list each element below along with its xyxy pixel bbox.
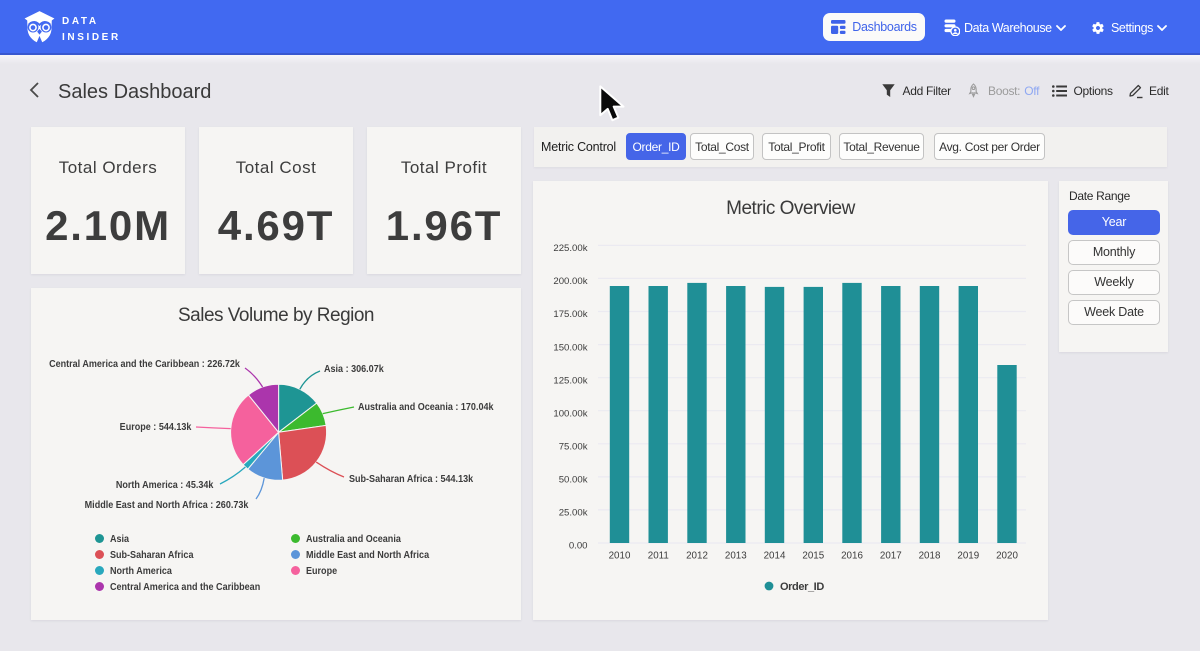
svg-text:2011: 2011 — [648, 551, 669, 562]
svg-text:2020: 2020 — [996, 551, 1018, 562]
svg-text:2016: 2016 — [841, 551, 863, 562]
svg-text:75.00k: 75.00k — [559, 442, 588, 453]
svg-text:2015: 2015 — [802, 551, 824, 562]
svg-text:2012: 2012 — [686, 551, 708, 562]
svg-text:2018: 2018 — [919, 551, 941, 562]
svg-text:2013: 2013 — [725, 551, 747, 562]
svg-text:2019: 2019 — [957, 551, 979, 562]
svg-text:125.00k: 125.00k — [553, 375, 587, 386]
svg-text:50.00k: 50.00k — [559, 475, 588, 486]
svg-text:2010: 2010 — [609, 551, 631, 562]
svg-text:225.00k: 225.00k — [553, 243, 587, 254]
svg-text:150.00k: 150.00k — [553, 342, 587, 353]
svg-text:2014: 2014 — [764, 551, 786, 562]
svg-text:Order_ID: Order_ID — [780, 581, 824, 593]
svg-text:25.00k: 25.00k — [559, 508, 588, 519]
svg-text:100.00k: 100.00k — [553, 408, 587, 419]
svg-text:200.00k: 200.00k — [553, 276, 587, 287]
svg-text:175.00k: 175.00k — [553, 309, 587, 320]
svg-text:2017: 2017 — [880, 551, 902, 562]
svg-text:0.00: 0.00 — [569, 541, 588, 552]
